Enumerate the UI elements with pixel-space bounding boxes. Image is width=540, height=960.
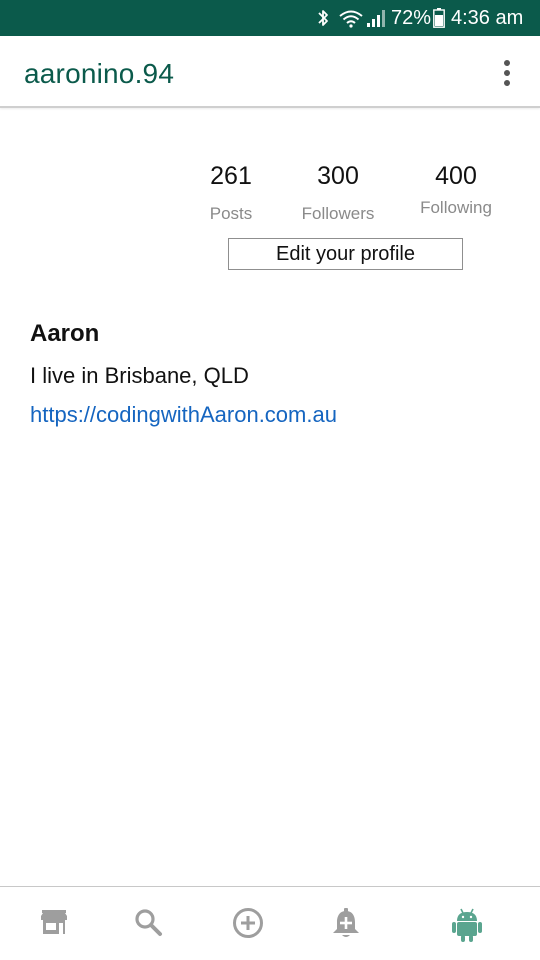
signal-icon xyxy=(367,10,385,27)
followers-count: 300 xyxy=(317,162,359,190)
display-name: Aaron xyxy=(30,320,100,347)
bluetooth-icon xyxy=(318,10,328,26)
following-label: Following xyxy=(420,198,492,217)
add-circle-icon xyxy=(233,908,263,938)
nav-item-home[interactable] xyxy=(0,887,108,960)
store-icon xyxy=(41,910,67,934)
bottom-nav xyxy=(0,886,540,960)
nav-item-add[interactable] xyxy=(194,887,302,960)
app-bar: aaronino.94 xyxy=(0,36,540,108)
battery-icon xyxy=(433,8,445,28)
notification-add-icon xyxy=(333,908,359,937)
wifi-icon xyxy=(339,10,363,28)
bio-text: I live in Brisbane, QLD xyxy=(30,363,249,388)
posts-count: 261 xyxy=(210,162,252,190)
search-icon xyxy=(135,909,162,936)
edit-profile-button[interactable]: Edit your profile xyxy=(228,238,463,270)
android-icon xyxy=(452,908,482,942)
followers-label: Followers xyxy=(301,204,375,223)
posts-label: Posts xyxy=(209,204,253,223)
nav-item-notifications[interactable] xyxy=(292,887,400,960)
stat-followers[interactable]: 300 Followers xyxy=(283,161,393,225)
more-vert-icon[interactable] xyxy=(497,58,517,88)
clock: 4:36 am xyxy=(451,7,524,29)
following-count: 400 xyxy=(435,162,477,190)
stat-following[interactable]: 400 Following xyxy=(401,161,511,219)
username-title: aaronino.94 xyxy=(24,58,175,89)
nav-item-profile[interactable] xyxy=(413,887,521,960)
battery-percent: 72% xyxy=(391,7,432,29)
website-link[interactable]: https://codingwithAaron.com.au xyxy=(30,401,337,429)
stat-posts[interactable]: 261 Posts xyxy=(176,161,286,225)
status-bar: 72% 4:36 am xyxy=(0,0,540,36)
nav-item-search[interactable] xyxy=(94,887,202,960)
